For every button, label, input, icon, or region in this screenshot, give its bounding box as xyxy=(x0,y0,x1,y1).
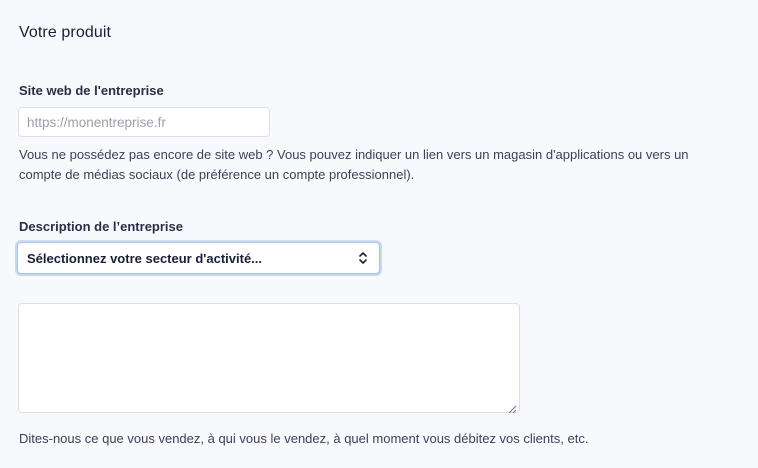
description-textarea[interactable] xyxy=(18,303,520,414)
chevron-up-down-icon xyxy=(357,250,369,266)
website-input[interactable] xyxy=(18,107,270,137)
website-help-text: Vous ne possédez pas encore de site web … xyxy=(19,147,689,182)
description-label: Description de l’entreprise xyxy=(19,219,183,234)
industry-select-value: Sélectionnez votre secteur d'activité... xyxy=(27,250,263,266)
section-title: Votre produit xyxy=(19,24,112,41)
description-help-text: Dites-nous ce que vous vendez, à qui vou… xyxy=(19,431,589,446)
website-label: Site web de l'entreprise xyxy=(19,83,164,98)
resize-grip-icon[interactable] xyxy=(508,401,517,414)
industry-select[interactable]: Sélectionnez votre secteur d'activité... xyxy=(17,242,380,274)
